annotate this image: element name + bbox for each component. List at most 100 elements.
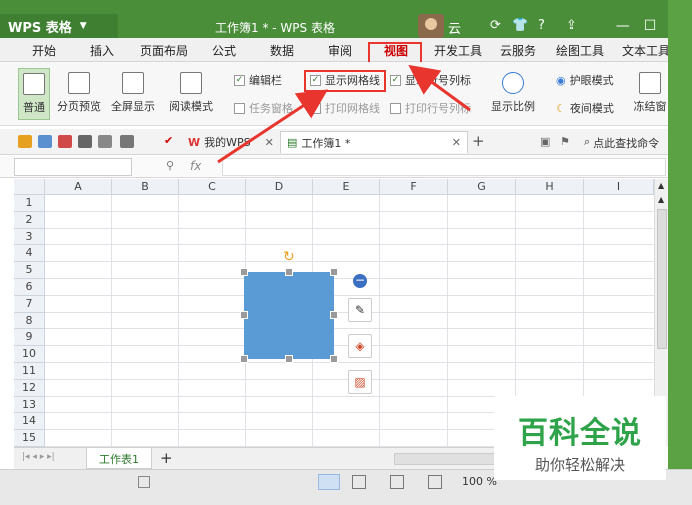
minimize-button[interactable]: —	[616, 18, 630, 34]
tab-text-tools[interactable]: 文本工具	[622, 42, 670, 59]
resize-handle[interactable]	[285, 355, 293, 363]
add-sheet-button[interactable]: +	[160, 449, 173, 467]
flag-icon[interactable]: ⚑	[560, 135, 570, 148]
row-header[interactable]: 10	[14, 346, 45, 363]
tab-data[interactable]: 数据	[270, 42, 294, 59]
tab-review[interactable]: 审阅	[328, 42, 352, 59]
row-header[interactable]: 14	[14, 413, 45, 431]
resize-handle[interactable]	[330, 268, 338, 276]
formula-input[interactable]	[222, 158, 666, 176]
tab-drawing-tools[interactable]: 绘图工具	[556, 42, 604, 59]
reading-mode-button[interactable]: 阅读模式	[162, 72, 220, 114]
fill-color-button[interactable]: ◈	[348, 334, 372, 358]
command-search[interactable]: ⌕ 点此查找命令	[584, 135, 659, 151]
reading-status-icon[interactable]	[428, 475, 442, 489]
page-break-status-icon[interactable]	[390, 475, 404, 489]
normal-view-status-icon[interactable]	[318, 474, 340, 490]
user-label[interactable]: 云	[448, 18, 461, 37]
tab-page-layout[interactable]: 页面布局	[140, 42, 188, 59]
freeze-button[interactable]: 冻结窗	[632, 72, 668, 114]
resize-handle[interactable]	[240, 268, 248, 276]
tab-home[interactable]: 开始	[32, 42, 56, 59]
resize-handle[interactable]	[285, 268, 293, 276]
sheet-tab[interactable]: 工作表1	[86, 448, 152, 469]
doc-icon[interactable]: ▣	[540, 135, 550, 148]
skin-icon[interactable]: 👕	[512, 18, 528, 33]
print-grid-checkbox[interactable]: 打印网格线	[310, 100, 380, 116]
edit-shape-button[interactable]: ✎	[348, 298, 372, 322]
undo-icon[interactable]	[120, 135, 134, 148]
row-header[interactable]: 7	[14, 295, 45, 313]
export-pdf-icon[interactable]	[58, 135, 72, 148]
collapse-toolbar-icon[interactable]: −	[353, 274, 367, 288]
row-header[interactable]: 6	[14, 279, 45, 296]
row-header[interactable]: 11	[14, 363, 45, 380]
row-header[interactable]: 8	[14, 312, 45, 330]
night-mode-button[interactable]: ☾ 夜间模式	[556, 100, 614, 116]
avatar[interactable]	[418, 14, 444, 38]
print-preview-icon[interactable]	[98, 135, 112, 148]
tab-formula[interactable]: 公式	[212, 42, 236, 59]
editbar-checkbox[interactable]: ✓ 编辑栏	[234, 72, 282, 88]
side-panel-strip[interactable]	[668, 0, 692, 505]
show-rowcol-checkbox[interactable]: ✓ 显示行号列标	[390, 72, 471, 88]
row-header[interactable]: 2	[14, 211, 45, 229]
rectangle-shape[interactable]	[244, 272, 334, 359]
save-icon[interactable]	[38, 135, 52, 148]
rotate-handle-icon[interactable]: ↻	[283, 249, 295, 265]
scroll-up-icon[interactable]: ▲	[658, 195, 664, 204]
scroll-thumb[interactable]	[657, 209, 667, 349]
print-icon[interactable]	[78, 135, 92, 148]
macro-icon[interactable]	[138, 476, 150, 488]
row-header[interactable]: 12	[14, 379, 45, 397]
tab-developer[interactable]: 开发工具	[434, 42, 482, 59]
column-header[interactable]: B	[112, 179, 179, 195]
workbook-tab[interactable]: ▤ 工作簿1 * ✕	[280, 131, 468, 153]
app-menu-button[interactable]: WPS 表格 ▼	[0, 14, 118, 38]
collapse-ribbon-icon[interactable]: ⇪	[566, 18, 577, 33]
my-wps-tab[interactable]: W 我的WPS ✕	[182, 131, 280, 153]
page-view-status-icon[interactable]	[352, 475, 366, 489]
column-header[interactable]: G	[448, 179, 516, 195]
fx-icon[interactable]: fx	[190, 159, 201, 173]
close-tab-icon[interactable]: ✕	[452, 136, 461, 149]
resize-handle[interactable]	[240, 311, 248, 319]
row-header[interactable]: 3	[14, 228, 45, 246]
eye-mode-button[interactable]: ◉ 护眼模式	[556, 72, 614, 88]
normal-view-button[interactable]: 普通	[18, 68, 50, 120]
page-break-button[interactable]: 分页预览	[54, 72, 104, 114]
row-header[interactable]: 5	[14, 262, 45, 279]
name-box[interactable]	[14, 158, 132, 176]
tab-cloud[interactable]: 云服务	[500, 42, 536, 59]
row-header[interactable]: 15	[14, 430, 45, 447]
column-header[interactable]: D	[246, 179, 313, 195]
zoom-button[interactable]: 显示比例	[488, 72, 538, 114]
column-header[interactable]: E	[313, 179, 380, 195]
pin-icon[interactable]: ✔	[164, 134, 173, 147]
sheet-nav-icon[interactable]: |◂ ◂ ▸ ▸|	[22, 452, 55, 462]
column-header[interactable]: C	[179, 179, 246, 195]
horizontal-scrollbar[interactable]	[394, 453, 504, 465]
resize-handle[interactable]	[240, 355, 248, 363]
column-header[interactable]: F	[380, 179, 448, 195]
maximize-button[interactable]: ☐	[644, 18, 657, 34]
zoom-level[interactable]: 100 %	[462, 475, 497, 488]
row-header[interactable]: 13	[14, 396, 45, 414]
print-rowcol-checkbox[interactable]: 打印行号列标	[390, 100, 471, 116]
column-header[interactable]: I	[584, 179, 654, 195]
task-pane-checkbox[interactable]: 任务窗格	[234, 100, 293, 116]
fullscreen-button[interactable]: 全屏显示	[108, 72, 158, 114]
help-icon[interactable]: ?	[538, 18, 545, 33]
scroll-up-icon[interactable]: ▲	[658, 181, 664, 190]
zoom-search-icon[interactable]: ⚲	[166, 159, 174, 172]
new-tab-button[interactable]: +	[472, 132, 485, 150]
sync-icon[interactable]: ⟳	[490, 18, 501, 33]
close-tab-icon[interactable]: ✕	[265, 136, 274, 149]
open-icon[interactable]	[18, 135, 32, 148]
resize-handle[interactable]	[330, 355, 338, 363]
outline-button[interactable]: ▨	[348, 370, 372, 394]
row-header[interactable]: 4	[14, 245, 45, 263]
row-header[interactable]: 1	[14, 195, 45, 212]
tab-insert[interactable]: 插入	[90, 42, 114, 59]
resize-handle[interactable]	[330, 311, 338, 319]
